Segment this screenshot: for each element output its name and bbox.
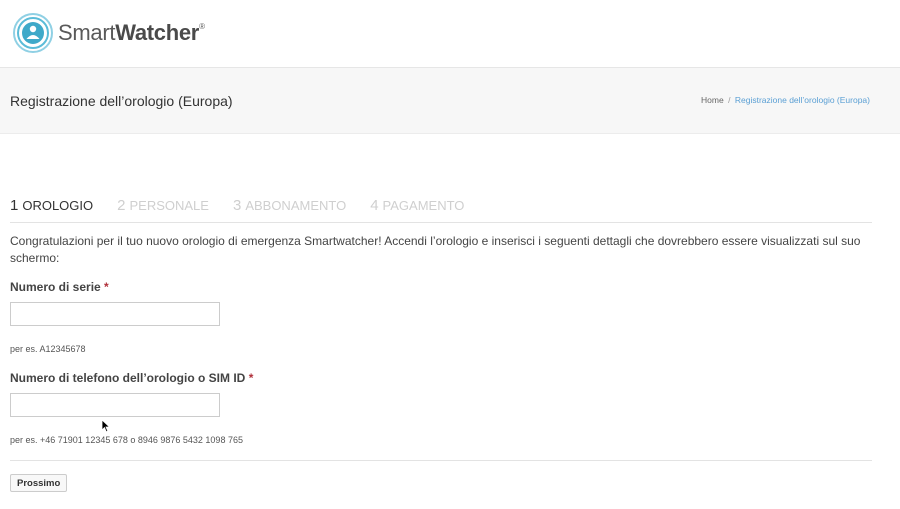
step-label: OROLOGIO — [22, 198, 94, 213]
breadcrumb: Home / Registrazione dell’orologio (Euro… — [701, 95, 870, 105]
serial-number-hint: per es. A12345678 — [10, 344, 86, 354]
brand-light: Smart — [58, 20, 116, 45]
phone-sim-label: Numero di telefono dell’orologio o SIM I… — [10, 371, 253, 385]
serial-number-label: Numero di serie * — [10, 280, 109, 294]
step-pagamento[interactable]: 4 PAGAMENTO — [370, 197, 464, 222]
step-orologio[interactable]: 1 OROLOGIO — [10, 197, 93, 222]
breadcrumb-current[interactable]: Registrazione dell’orologio (Europa) — [735, 95, 870, 105]
required-mark: * — [104, 280, 109, 294]
required-mark: * — [248, 371, 254, 385]
step-abbonamento[interactable]: 3 ABBONAMENTO — [233, 197, 346, 222]
phone-sim-hint: per es. +46 71901 12345 678 o 8946 9876 … — [10, 435, 243, 445]
step-number: 4 — [370, 197, 379, 214]
step-number: 2 — [117, 197, 126, 214]
step-label: PERSONALE — [129, 198, 209, 213]
title-bar: Registrazione dell’orologio (Europa) Hom… — [0, 68, 900, 134]
step-number: 1 — [10, 197, 19, 214]
breadcrumb-separator: / — [728, 95, 731, 105]
mouse-cursor-icon — [101, 419, 111, 433]
step-number: 3 — [232, 197, 242, 214]
step-label: ABBONAMENTO — [245, 198, 347, 213]
brand-registered-mark: ® — [199, 22, 205, 31]
logo[interactable]: SmartWatcher® — [12, 11, 205, 55]
brand-name: SmartWatcher® — [58, 20, 205, 46]
step-label: PAGAMENTO — [382, 198, 465, 213]
serial-number-input[interactable] — [10, 302, 220, 326]
brand-bold: Watcher — [115, 20, 200, 45]
intro-text: Congratulazioni per il tuo nuovo orologi… — [10, 234, 861, 265]
form-divider — [10, 460, 872, 461]
next-button[interactable]: Prossimo — [10, 474, 68, 492]
phone-sim-label-text: Numero di telefono dell’orologio o SIM I… — [10, 371, 246, 385]
step-personale[interactable]: 2 PERSONALE — [117, 197, 209, 222]
phone-sim-input[interactable] — [10, 393, 220, 417]
registration-steps: 1 OROLOGIO 2 PERSONALE 3 ABBONAMENTO 4 PAGAM… — [10, 197, 872, 223]
smartwatcher-logo-icon — [13, 13, 53, 53]
breadcrumb-home-link[interactable]: Home — [701, 95, 724, 105]
serial-number-label-text: Numero di serie — [10, 280, 101, 294]
site-header: SmartWatcher® — [0, 0, 900, 68]
page-title: Registrazione dell’orologio (Europa) — [10, 93, 233, 109]
